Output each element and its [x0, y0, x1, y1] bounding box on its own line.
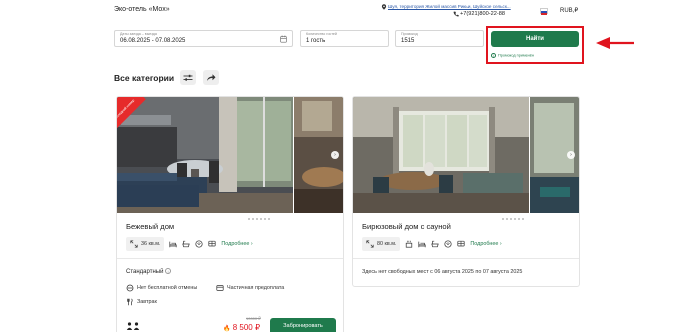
- phone-icon: [453, 11, 459, 17]
- room-area: 80 кв.м.: [377, 240, 397, 247]
- bath-icon: [182, 240, 191, 247]
- rate-name: Стандартный i: [126, 268, 172, 275]
- room-details-label: Подробнее: [221, 240, 250, 247]
- fork-knife-icon: [127, 298, 133, 306]
- rate-meal-text: Завтрак: [137, 299, 157, 305]
- wifi-icon: [195, 239, 203, 248]
- dates-field[interactable]: Даты заезда – выезда 06.08.2025 - 07.08.…: [114, 30, 293, 47]
- room-card[interactable]: › Бирюзовый дом с сауной 80 кв.м. Подроб…: [352, 96, 580, 287]
- room-photo-image: [353, 97, 529, 213]
- room-details-link[interactable]: Подробнее ›: [470, 241, 501, 247]
- filter-button[interactable]: [180, 70, 196, 85]
- photo-dots: [502, 207, 526, 220]
- room-features: 36 кв.м. Подробнее ›: [126, 236, 253, 251]
- sliders-icon: [183, 74, 193, 81]
- find-highlight-box: Найти i Промокод применён: [486, 26, 584, 64]
- fire-icon: 🔥: [223, 326, 231, 332]
- hotel-name[interactable]: Эко-отель «Мох»: [114, 6, 170, 13]
- rate-prepayment: Частичная предоплата: [216, 284, 284, 292]
- info-circle-icon[interactable]: i: [165, 268, 172, 274]
- room-area: 36 кв.м.: [141, 240, 161, 247]
- sauna-icon: [406, 240, 413, 248]
- currency-selector[interactable]: RUB,₽: [560, 7, 578, 14]
- tv-icon: [457, 240, 465, 246]
- promo-applied-status: i Промокод применён: [491, 53, 534, 58]
- book-button[interactable]: Забронировать: [270, 318, 336, 332]
- dates-field-value: 06.08.2025 - 07.08.2025: [120, 38, 186, 44]
- area-expand-icon: [130, 239, 138, 248]
- share-arrow-icon: [207, 74, 216, 81]
- chevron-right-icon: ›: [499, 240, 502, 247]
- next-photo-button[interactable]: ›: [567, 151, 575, 159]
- promo-field-value: 1515: [401, 38, 415, 44]
- guests-field[interactable]: Количество гостей 1 гость: [300, 30, 389, 47]
- tv-icon: [208, 240, 216, 246]
- rate-cancellation-text: Нет бесплатной отмены: [137, 285, 198, 291]
- promo-field[interactable]: Промокод 1515: [395, 30, 484, 47]
- area-expand-icon: [366, 239, 374, 248]
- language-flag-icon[interactable]: [540, 8, 548, 15]
- red-arrow-icon: [596, 37, 634, 49]
- room-photo[interactable]: Последний номер: [117, 97, 293, 213]
- hotel-phone[interactable]: +7(921)800-22-88: [460, 11, 505, 17]
- next-photo-button[interactable]: ›: [331, 151, 339, 159]
- room-features: 80 кв.м. Подробнее ›: [362, 236, 502, 251]
- room-card[interactable]: Последний номер › Бежевый дом 36 кв.м. П…: [116, 96, 344, 332]
- guests-field-label: Количество гостей: [306, 32, 337, 36]
- guests-field-value: 1 гость: [306, 38, 326, 44]
- room-details-link[interactable]: Подробнее ›: [221, 241, 252, 247]
- card-payment-icon: [216, 285, 224, 291]
- rate-name-text: Стандартный: [126, 269, 164, 275]
- guests-icon: [126, 322, 140, 330]
- old-price: 10000 ₽: [246, 316, 261, 321]
- room-photo-next[interactable]: ›: [530, 97, 579, 213]
- calendar-icon[interactable]: [280, 35, 287, 43]
- top-header: Эко-отель «Мох» Шуя, территория Жилой ма…: [0, 0, 700, 22]
- divider: [117, 258, 343, 259]
- availability-message: Здесь нет свободных мест с 06 августа 20…: [362, 269, 523, 275]
- area-chip: 36 кв.м.: [126, 236, 165, 251]
- promo-applied-text: Промокод применён: [498, 53, 534, 58]
- info-icon: i: [491, 53, 496, 58]
- chevron-right-icon: ›: [250, 240, 253, 247]
- dates-field-label: Даты заезда – выезда: [120, 32, 157, 36]
- promo-field-label: Промокод: [401, 32, 418, 36]
- area-chip: 80 кв.м.: [362, 236, 401, 251]
- room-title[interactable]: Бирюзовый дом с сауной: [362, 222, 451, 231]
- wifi-icon: [444, 239, 452, 248]
- share-button[interactable]: [203, 70, 219, 85]
- room-photo-next[interactable]: ›: [294, 97, 343, 213]
- room-title[interactable]: Бежевый дом: [126, 222, 174, 231]
- rate-meal: Завтрак: [126, 298, 157, 306]
- rate-prepayment-text: Частичная предоплата: [227, 285, 285, 291]
- find-button[interactable]: Найти: [491, 31, 579, 47]
- room-photo-image: [117, 97, 293, 213]
- bed-icon: [418, 241, 426, 247]
- price-value: 8 500 ₽: [232, 323, 261, 332]
- bed-icon: [169, 241, 177, 247]
- location-pin-icon: [381, 4, 387, 10]
- room-details-label: Подробнее: [470, 240, 499, 247]
- photo-dots: [248, 207, 272, 220]
- room-photo[interactable]: [353, 97, 529, 213]
- cancel-policy-icon: [126, 284, 134, 292]
- bath-icon: [431, 240, 440, 247]
- price: 🔥 8 500 ₽: [223, 323, 260, 332]
- rate-cancellation: Нет бесплатной отмены: [126, 284, 197, 292]
- categories-title: Все категории: [114, 73, 175, 83]
- divider: [353, 258, 579, 259]
- hotel-address-link[interactable]: Шуя, территория Жилой массив Рикьи, Шуйс…: [388, 4, 511, 9]
